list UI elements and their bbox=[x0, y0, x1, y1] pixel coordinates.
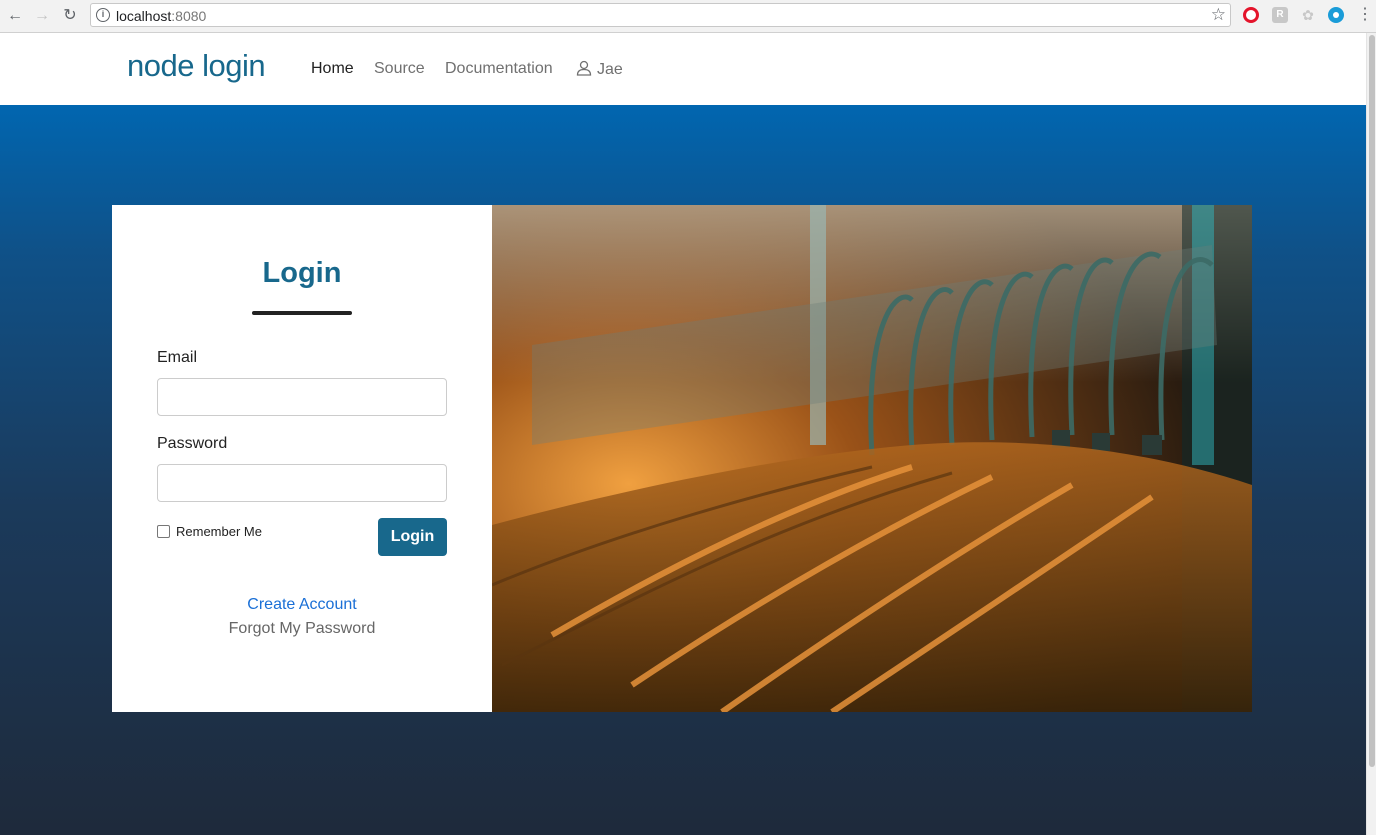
login-button[interactable]: Login bbox=[378, 518, 447, 556]
password-field[interactable] bbox=[157, 464, 447, 502]
eye-extension-icon[interactable] bbox=[1328, 7, 1344, 23]
nav-user-name: Jae bbox=[597, 61, 623, 78]
nav-documentation[interactable]: Documentation bbox=[445, 60, 553, 78]
page-scrollbar[interactable] bbox=[1366, 33, 1376, 835]
nav-home[interactable]: Home bbox=[311, 60, 354, 78]
nav-user[interactable]: Jae bbox=[576, 60, 623, 79]
forward-icon[interactable]: → bbox=[32, 6, 52, 26]
scroll-thumb[interactable] bbox=[1369, 35, 1375, 767]
remember-me[interactable]: Remember Me bbox=[157, 524, 262, 539]
remember-me-label: Remember Me bbox=[176, 524, 262, 539]
browser-menu-icon[interactable]: ⋮ bbox=[1357, 5, 1373, 25]
email-field[interactable] bbox=[157, 378, 447, 416]
forgot-password-link[interactable]: Forgot My Password bbox=[112, 620, 492, 638]
info-icon[interactable]: i bbox=[96, 8, 110, 22]
opera-extension-icon[interactable] bbox=[1243, 7, 1259, 23]
r-extension-icon[interactable]: R bbox=[1272, 7, 1288, 23]
site-navbar: node login Home Source Documentation Jae bbox=[0, 33, 1366, 105]
browser-toolbar: ← → ↻ i localhost:8080 ☆ R ✿ ⋮ bbox=[0, 0, 1376, 33]
create-account-link[interactable]: Create Account bbox=[112, 596, 492, 614]
remember-me-checkbox[interactable] bbox=[157, 525, 170, 538]
login-title: Login bbox=[262, 257, 342, 289]
brand-logo[interactable]: node login bbox=[127, 48, 266, 84]
reload-icon[interactable]: ↻ bbox=[60, 6, 80, 26]
bookmark-star-icon[interactable]: ☆ bbox=[1211, 5, 1226, 25]
url-host: localhost bbox=[116, 8, 172, 24]
leaf-extension-icon[interactable]: ✿ bbox=[1300, 7, 1316, 23]
url-port: :8080 bbox=[171, 8, 207, 24]
login-card: Login Email Password Remember Me Login C… bbox=[112, 205, 1252, 712]
clothes-hangers-image bbox=[492, 205, 1252, 712]
title-divider bbox=[252, 311, 352, 315]
back-icon[interactable]: ← bbox=[5, 6, 25, 26]
nav-source[interactable]: Source bbox=[374, 60, 425, 78]
password-label: Password bbox=[157, 435, 228, 452]
url-text[interactable]: localhost:8080 bbox=[116, 8, 206, 24]
clothes-rack-photo bbox=[492, 205, 1252, 712]
user-icon bbox=[576, 60, 592, 76]
login-form-panel: Login Email Password Remember Me Login C… bbox=[112, 205, 492, 712]
address-bar[interactable]: i localhost:8080 ☆ bbox=[90, 3, 1231, 27]
email-label: Email bbox=[157, 349, 198, 366]
